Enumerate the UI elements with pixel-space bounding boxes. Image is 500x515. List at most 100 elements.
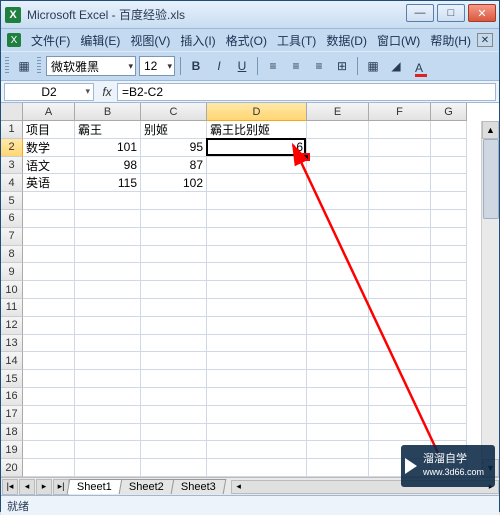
cell-B11[interactable]: [75, 299, 141, 317]
tab-nav-prev[interactable]: ◂: [19, 479, 35, 495]
cell-E13[interactable]: [307, 335, 369, 353]
cell-C18[interactable]: [141, 424, 207, 442]
cell-E2[interactable]: [307, 139, 369, 157]
cell-A19[interactable]: [23, 441, 75, 459]
cell-G8[interactable]: [431, 246, 467, 264]
borders-button[interactable]: ▦: [363, 56, 383, 76]
cell-B14[interactable]: [75, 352, 141, 370]
row-header-17[interactable]: 17: [1, 406, 23, 424]
menu-file[interactable]: 文件(F): [27, 30, 74, 51]
cell-D16[interactable]: [207, 388, 307, 406]
cell-D14[interactable]: [207, 352, 307, 370]
cell-G4[interactable]: [431, 174, 467, 192]
toolbar-handle-2[interactable]: [37, 57, 41, 75]
cell-A13[interactable]: [23, 335, 75, 353]
font-name-select[interactable]: 微软雅黑: [46, 56, 136, 76]
cell-C3[interactable]: 87: [141, 157, 207, 175]
cell-E7[interactable]: [307, 228, 369, 246]
cell-A14[interactable]: [23, 352, 75, 370]
cell-F4[interactable]: [369, 174, 431, 192]
menu-tools[interactable]: 工具(T): [273, 30, 320, 51]
cell-A8[interactable]: [23, 246, 75, 264]
cell-C14[interactable]: [141, 352, 207, 370]
cell-G3[interactable]: [431, 157, 467, 175]
cell-A18[interactable]: [23, 424, 75, 442]
row-header-15[interactable]: 15: [1, 370, 23, 388]
row-header-8[interactable]: 8: [1, 246, 23, 264]
cell-B9[interactable]: [75, 263, 141, 281]
cell-D15[interactable]: [207, 370, 307, 388]
cell-A7[interactable]: [23, 228, 75, 246]
cell-F17[interactable]: [369, 406, 431, 424]
cell-G13[interactable]: [431, 335, 467, 353]
cell-D10[interactable]: [207, 281, 307, 299]
row-header-6[interactable]: 6: [1, 210, 23, 228]
cell-F1[interactable]: [369, 121, 431, 139]
menu-window[interactable]: 窗口(W): [373, 30, 424, 51]
row-header-7[interactable]: 7: [1, 228, 23, 246]
cell-A17[interactable]: [23, 406, 75, 424]
cell-D9[interactable]: [207, 263, 307, 281]
cell-B2[interactable]: 101: [75, 139, 141, 157]
close-button[interactable]: ✕: [468, 4, 496, 22]
cell-A15[interactable]: [23, 370, 75, 388]
cell-B3[interactable]: 98: [75, 157, 141, 175]
cell-D7[interactable]: [207, 228, 307, 246]
cell-A16[interactable]: [23, 388, 75, 406]
cell-G16[interactable]: [431, 388, 467, 406]
cell-D4[interactable]: [207, 174, 307, 192]
cell-D18[interactable]: [207, 424, 307, 442]
row-header-1[interactable]: 1: [1, 121, 23, 139]
cell-B20[interactable]: [75, 459, 141, 477]
cell-B15[interactable]: [75, 370, 141, 388]
select-all-corner[interactable]: [1, 103, 23, 121]
cell-F11[interactable]: [369, 299, 431, 317]
cell-E6[interactable]: [307, 210, 369, 228]
cell-D5[interactable]: [207, 192, 307, 210]
cell-B13[interactable]: [75, 335, 141, 353]
cell-A6[interactable]: [23, 210, 75, 228]
cell-C1[interactable]: 别姬: [141, 121, 207, 139]
cell-A2[interactable]: 数学: [23, 139, 75, 157]
cell-A1[interactable]: 项目: [23, 121, 75, 139]
row-header-10[interactable]: 10: [1, 281, 23, 299]
menu-format[interactable]: 格式(O): [222, 30, 271, 51]
cell-B18[interactable]: [75, 424, 141, 442]
fx-icon[interactable]: fx: [97, 83, 117, 101]
cell-D3[interactable]: [207, 157, 307, 175]
doc-close-button[interactable]: ✕: [477, 33, 493, 47]
cell-E19[interactable]: [307, 441, 369, 459]
underline-button[interactable]: U: [232, 56, 252, 76]
cell-E12[interactable]: [307, 317, 369, 335]
col-header-E[interactable]: E: [307, 103, 369, 121]
menu-edit[interactable]: 编辑(E): [76, 30, 124, 51]
cell-E14[interactable]: [307, 352, 369, 370]
row-header-14[interactable]: 14: [1, 352, 23, 370]
cell-C19[interactable]: [141, 441, 207, 459]
cell-E1[interactable]: [307, 121, 369, 139]
col-header-F[interactable]: F: [369, 103, 431, 121]
vertical-scrollbar[interactable]: ▲ ▼: [481, 121, 499, 477]
sheet-tab-3[interactable]: Sheet3: [170, 479, 226, 494]
cell-F6[interactable]: [369, 210, 431, 228]
row-header-18[interactable]: 18: [1, 424, 23, 442]
merge-button[interactable]: ⊞: [332, 56, 352, 76]
cell-D1[interactable]: 霸王比别姬: [207, 121, 307, 139]
row-header-4[interactable]: 4: [1, 174, 23, 192]
row-header-3[interactable]: 3: [1, 157, 23, 175]
cell-C10[interactable]: [141, 281, 207, 299]
cell-B10[interactable]: [75, 281, 141, 299]
col-header-G[interactable]: G: [431, 103, 467, 121]
cell-G10[interactable]: [431, 281, 467, 299]
cell-D2[interactable]: 6: [207, 139, 307, 157]
cell-F10[interactable]: [369, 281, 431, 299]
menu-help[interactable]: 帮助(H): [426, 30, 475, 51]
cell-C6[interactable]: [141, 210, 207, 228]
cell-G7[interactable]: [431, 228, 467, 246]
col-header-C[interactable]: C: [141, 103, 207, 121]
align-left-button[interactable]: ≡: [263, 56, 283, 76]
col-header-D[interactable]: D: [207, 103, 307, 121]
bold-button[interactable]: B: [186, 56, 206, 76]
row-header-13[interactable]: 13: [1, 335, 23, 353]
fill-color-button[interactable]: ◢: [386, 56, 406, 76]
